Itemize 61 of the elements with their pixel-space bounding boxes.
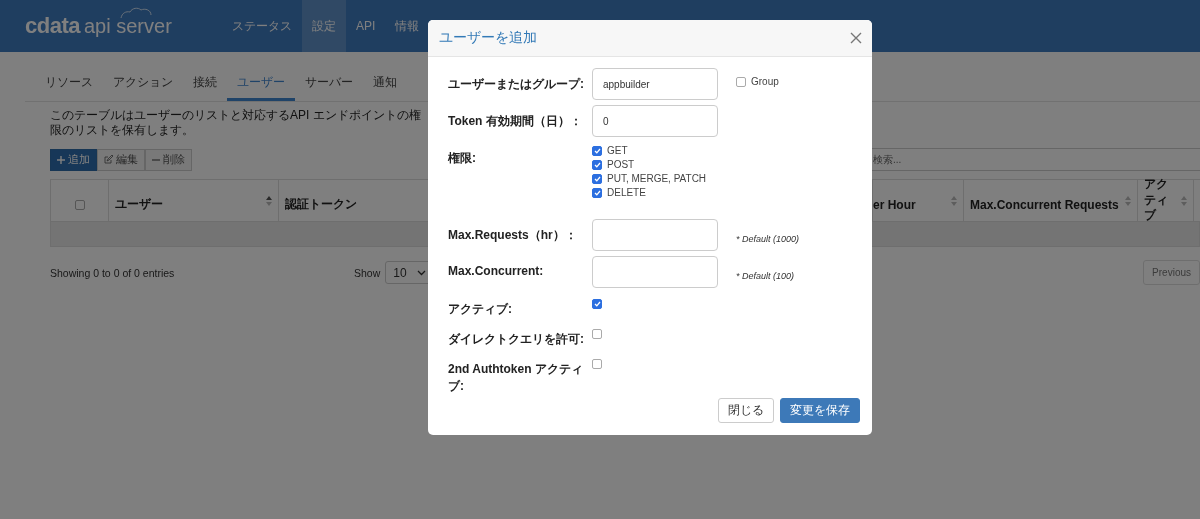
checkbox[interactable] bbox=[592, 329, 602, 339]
sort-icon[interactable] bbox=[1125, 194, 1131, 207]
entries-info: Showing 0 to 0 of 0 entries bbox=[50, 266, 176, 279]
field-label: Token 有効期間（日）： bbox=[448, 113, 583, 130]
default-note: * Default (1000) bbox=[736, 234, 800, 244]
column-header[interactable]: 認証トークン bbox=[285, 196, 357, 213]
logo-brand: cdata bbox=[25, 13, 80, 39]
description-text: このテーブルはユーザーのリストと対応するAPI エンドポイントの権限のリストを保有します。 bbox=[50, 108, 422, 138]
sort-icon[interactable] bbox=[951, 194, 957, 207]
checkbox[interactable] bbox=[592, 159, 602, 170]
field-label: Max.Concurrent: bbox=[448, 263, 545, 278]
close-button[interactable]: 閉じる bbox=[718, 398, 774, 423]
checkbox[interactable] bbox=[592, 359, 602, 369]
field-label: Max.Requests（hr）： bbox=[448, 227, 578, 244]
tab[interactable]: アクション bbox=[103, 68, 183, 101]
field-label: 権限: bbox=[448, 150, 477, 167]
checkbox-label: DELETE bbox=[607, 187, 646, 198]
checkbox[interactable] bbox=[592, 187, 602, 198]
sort-icon[interactable] bbox=[1181, 194, 1187, 207]
dialog-title: ユーザーを追加 bbox=[439, 29, 537, 47]
field-label: 2nd Authtoken アクティブ: bbox=[448, 361, 584, 395]
show-label: Show bbox=[354, 266, 381, 279]
column-header[interactable]: er Hour bbox=[873, 197, 916, 212]
tab[interactable]: 通知 bbox=[363, 68, 407, 101]
field-label: ユーザーまたはグループ: bbox=[448, 76, 585, 93]
input-field[interactable] bbox=[592, 219, 718, 251]
logo-product: api server bbox=[84, 14, 172, 38]
add-button[interactable]: 追加 bbox=[50, 148, 97, 171]
chevron-down-icon bbox=[416, 269, 426, 276]
close-icon[interactable] bbox=[850, 32, 862, 44]
checkbox-label: Group bbox=[751, 76, 779, 87]
sort-icon[interactable] bbox=[266, 194, 272, 207]
column-header[interactable]: ユーザー bbox=[115, 196, 163, 213]
plus-icon bbox=[57, 155, 65, 164]
edit-icon bbox=[104, 155, 113, 164]
nav-item[interactable]: ステータス bbox=[222, 0, 302, 52]
cloud-icon bbox=[120, 7, 154, 19]
input-field[interactable]: 0 bbox=[592, 105, 718, 137]
field-label: アクティブ: bbox=[448, 301, 513, 318]
previous-button[interactable]: Previous bbox=[1143, 260, 1200, 285]
tab[interactable]: 接続 bbox=[183, 68, 227, 101]
checkbox[interactable] bbox=[74, 199, 85, 210]
tab[interactable]: サーバー bbox=[295, 68, 363, 101]
minus-icon bbox=[152, 158, 160, 161]
checkbox[interactable] bbox=[592, 173, 602, 184]
column-header[interactable]: アクティブ bbox=[1144, 177, 1178, 224]
tab[interactable]: リソース bbox=[35, 68, 103, 101]
save-button[interactable]: 変更を保存 bbox=[780, 398, 860, 423]
input-field[interactable] bbox=[592, 256, 718, 288]
checkbox[interactable] bbox=[592, 145, 602, 156]
nav-item[interactable]: API bbox=[346, 0, 386, 52]
column-header[interactable]: Max.Concurrent Requests bbox=[970, 197, 1119, 212]
checkbox-label: GET bbox=[607, 145, 628, 156]
default-note: * Default (100) bbox=[736, 271, 795, 281]
checkbox-label: POST bbox=[607, 159, 635, 170]
input-field[interactable]: appbuilder bbox=[592, 68, 718, 100]
tab[interactable]: ユーザー bbox=[227, 68, 295, 101]
checkbox-label: PUT, MERGE, PATCH bbox=[607, 173, 707, 184]
checkbox[interactable] bbox=[592, 299, 602, 309]
checkbox[interactable] bbox=[736, 76, 746, 87]
field-label: ダイレクトクエリを許可: bbox=[448, 331, 585, 348]
